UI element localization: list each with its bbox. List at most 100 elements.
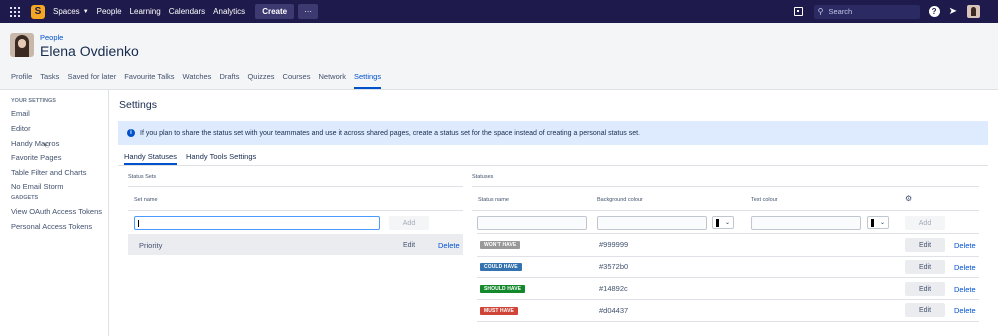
tab-favourite-talks[interactable]: Favourite Talks <box>124 69 174 89</box>
add-status-button[interactable]: Add <box>905 216 945 230</box>
delete-status-link[interactable]: Delete <box>954 263 976 272</box>
edit-status-button[interactable]: Edit <box>905 260 945 274</box>
help-icon[interactable]: ? <box>928 6 940 17</box>
edit-status-button[interactable]: Edit <box>905 282 945 296</box>
edit-status-button[interactable]: Edit <box>905 303 945 317</box>
tab-quizzes[interactable]: Quizzes <box>247 69 274 89</box>
info-icon: i <box>127 129 135 137</box>
tab-handy-statuses[interactable]: Handy Statuses <box>124 152 177 165</box>
divider <box>477 321 979 322</box>
divider <box>472 186 979 187</box>
status-badge: SHOULD HAVE <box>480 285 526 293</box>
nav-spaces[interactable]: Spaces ▼ <box>53 7 89 16</box>
tab-drafts[interactable]: Drafts <box>219 69 239 89</box>
text-colour-input[interactable] <box>751 216 861 230</box>
tab-settings[interactable]: Settings <box>354 69 382 89</box>
page-title: Settings <box>119 99 157 111</box>
divider <box>477 256 979 257</box>
divider <box>477 233 979 234</box>
tab-watches[interactable]: Watches <box>183 69 212 89</box>
text-colour-header: Text colour <box>751 197 778 203</box>
tab-handy-tools-settings[interactable]: Handy Tools Settings <box>186 152 256 165</box>
background-colour-picker[interactable]: ⌄ <box>712 216 734 229</box>
site-logo[interactable]: S <box>31 4 45 19</box>
user-avatar[interactable] <box>967 5 980 18</box>
tab-tasks[interactable]: Tasks <box>40 69 59 89</box>
statuses-label: Statuses <box>472 174 494 180</box>
status-badge: MUST HAVE <box>480 307 518 315</box>
background-colour-header: Background colour <box>597 197 643 203</box>
breadcrumb[interactable]: People <box>40 33 63 42</box>
sidebar-item-favorite-pages[interactable]: Favorite Pages <box>11 153 61 162</box>
delete-status-link[interactable]: Delete <box>954 285 976 294</box>
divider <box>477 299 979 300</box>
search-placeholder: Search <box>828 7 853 16</box>
divider <box>128 210 463 211</box>
search-icon: ⚲ <box>817 7 824 16</box>
nav-spaces-label: Spaces <box>53 7 80 16</box>
sidebar-item-oauth-tokens[interactable]: View OAuth Access Tokens <box>11 207 102 216</box>
status-hex: #3572b0 <box>599 262 629 271</box>
profile-header: People Elena Ovdienko Profile Tasks Save… <box>0 23 998 89</box>
status-hex: #999999 <box>599 240 629 249</box>
set-name-header: Set name <box>134 197 158 203</box>
delete-set-link[interactable]: Delete <box>438 241 460 250</box>
search-input[interactable]: ⚲ Search <box>813 4 920 19</box>
delete-status-link[interactable]: Delete <box>954 306 976 315</box>
nav-people[interactable]: People <box>97 7 122 16</box>
nav-learning[interactable]: Learning <box>130 7 161 16</box>
settings-sidebar: YOUR SETTINGS Email Editor Handy Macros … <box>0 90 109 336</box>
more-button[interactable]: ··· <box>298 4 319 19</box>
info-text: If you plan to share the status set with… <box>140 129 640 137</box>
app-switcher-button[interactable] <box>4 0 26 23</box>
mouse-pointer-icon: ☜ <box>42 140 51 150</box>
status-badge: WON'T HAVE <box>480 241 521 249</box>
chevron-down-icon: ▼ <box>82 8 89 15</box>
sidebar-item-personal-tokens[interactable]: Personal Access Tokens <box>11 222 92 231</box>
tab-saved-for-later[interactable]: Saved for later <box>67 69 116 89</box>
tab-profile[interactable]: Profile <box>11 69 32 89</box>
nav-analytics[interactable]: Analytics <box>213 7 245 16</box>
quick-access-icon[interactable] <box>793 7 803 16</box>
chevron-down-icon: ⌄ <box>725 220 731 226</box>
gear-icon[interactable]: ⚙ <box>905 194 912 203</box>
set-name-input[interactable] <box>134 216 380 230</box>
sidebar-heading-your-settings: YOUR SETTINGS <box>11 98 56 104</box>
status-name-input[interactable] <box>477 216 587 230</box>
sidebar-item-no-email-storm[interactable]: No Email Storm <box>11 182 64 191</box>
profile-tabs: Profile Tasks Saved for later Favourite … <box>0 69 389 89</box>
create-button[interactable]: Create <box>255 4 295 19</box>
edit-set-button[interactable]: Edit <box>389 238 429 252</box>
sidebar-item-handy-macros[interactable]: Handy Macros <box>11 139 59 148</box>
status-hex: #d04437 <box>599 306 629 315</box>
background-colour-input[interactable] <box>597 216 707 230</box>
nav-calendars[interactable]: Calendars <box>169 7 205 16</box>
grid-icon <box>10 6 20 17</box>
divider <box>477 277 979 278</box>
rocket-icon[interactable]: ➤ <box>949 6 957 17</box>
delete-status-link[interactable]: Delete <box>954 241 976 250</box>
sidebar-heading-gadgets: GADGETS <box>11 195 39 201</box>
status-sets-label: Status Sets <box>128 174 157 180</box>
tab-network[interactable]: Network <box>318 69 346 89</box>
top-navigation: S Spaces ▼ People Learning Calendars Anal… <box>0 0 998 23</box>
status-badge: COULD HAVE <box>480 263 522 271</box>
subtabs: Handy Statuses Handy Tools Settings <box>124 152 265 165</box>
sidebar-item-table-filter[interactable]: Table Filter and Charts <box>11 168 86 177</box>
profile-name: Elena Ovdienko <box>40 43 139 59</box>
sidebar-item-editor[interactable]: Editor <box>11 124 31 133</box>
status-hex: #14892c <box>599 284 628 293</box>
status-set-name: Priority <box>139 241 163 250</box>
tab-courses[interactable]: Courses <box>283 69 311 89</box>
status-name-header: Status name <box>478 197 509 203</box>
text-colour-picker[interactable]: ⌄ <box>867 216 889 229</box>
chevron-down-icon: ⌄ <box>880 220 886 226</box>
divider <box>118 165 988 166</box>
divider <box>128 186 463 187</box>
settings-main: Settings i If you plan to share the stat… <box>110 90 998 336</box>
sidebar-item-email[interactable]: Email <box>11 109 30 118</box>
profile-avatar <box>10 33 34 57</box>
edit-status-button[interactable]: Edit <box>905 238 945 252</box>
add-set-button[interactable]: Add <box>389 216 429 230</box>
info-banner: i If you plan to share the status set wi… <box>118 121 988 145</box>
